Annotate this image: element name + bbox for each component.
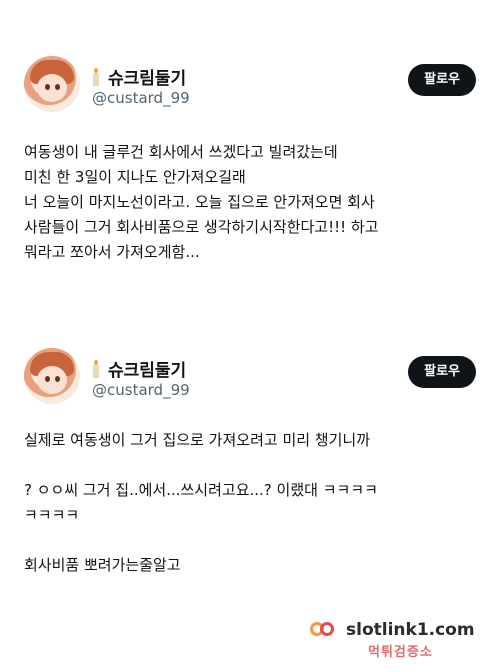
candle-icon bbox=[92, 67, 100, 86]
watermark: slotlink1.com bbox=[310, 619, 475, 641]
author-name-row[interactable]: 슈크림둘기 bbox=[92, 356, 186, 381]
tweet-line: ? ㅇㅇ씨 그거 집..에서...쓰시려고요...? 이랬대 ㅋㅋㅋㅋ bbox=[24, 481, 378, 499]
avatar[interactable] bbox=[24, 56, 80, 112]
tweet-text: 여동생이 내 글루건 회사에서 쓰겠다고 빌려갔는데 미친 한 3일이 지나도 … bbox=[24, 140, 484, 265]
link-logo-icon bbox=[310, 619, 338, 641]
watermark-stamp: 먹튀검증소 bbox=[368, 645, 433, 660]
tweet-line: 사람들이 그거 회사비품으로 생각하기시작한다고!!! 하고 bbox=[24, 218, 379, 236]
tweet-line: 여동생이 내 글루건 회사에서 쓰겠다고 빌려갔는데 bbox=[24, 143, 338, 161]
avatar[interactable] bbox=[24, 348, 80, 404]
tweet-line: 회사비품 뽀려가는줄알고 bbox=[24, 556, 181, 574]
author-name-row[interactable]: 슈크림둘기 bbox=[92, 64, 186, 89]
watermark-text: slotlink1.com bbox=[346, 620, 475, 640]
tweet-line: 뭐라고 쪼아서 가져오게함... bbox=[24, 243, 200, 261]
user-handle[interactable]: @custard_99 bbox=[92, 381, 190, 399]
tweet-line: 실제로 여동생이 그거 집으로 가져오려고 미리 챙기니까 bbox=[24, 431, 371, 449]
user-handle[interactable]: @custard_99 bbox=[92, 89, 190, 107]
tweet-line: 너 오늘이 마지노선이라고. 오늘 집으로 안가져오면 회사 bbox=[24, 193, 375, 211]
tweet-line: ㅋㅋㅋㅋ bbox=[24, 506, 80, 524]
display-name[interactable]: 슈크림둘기 bbox=[108, 64, 186, 89]
follow-button[interactable]: 팔로우 bbox=[408, 64, 476, 96]
tweet-text: 실제로 여동생이 그거 집으로 가져오려고 미리 챙기니까 ? ㅇㅇ씨 그거 집… bbox=[24, 428, 484, 578]
follow-button[interactable]: 팔로우 bbox=[408, 356, 476, 388]
candle-icon bbox=[92, 359, 100, 378]
display-name[interactable]: 슈크림둘기 bbox=[108, 356, 186, 381]
tweet-line: 미친 한 3일이 지나도 안가져오길래 bbox=[24, 168, 246, 186]
